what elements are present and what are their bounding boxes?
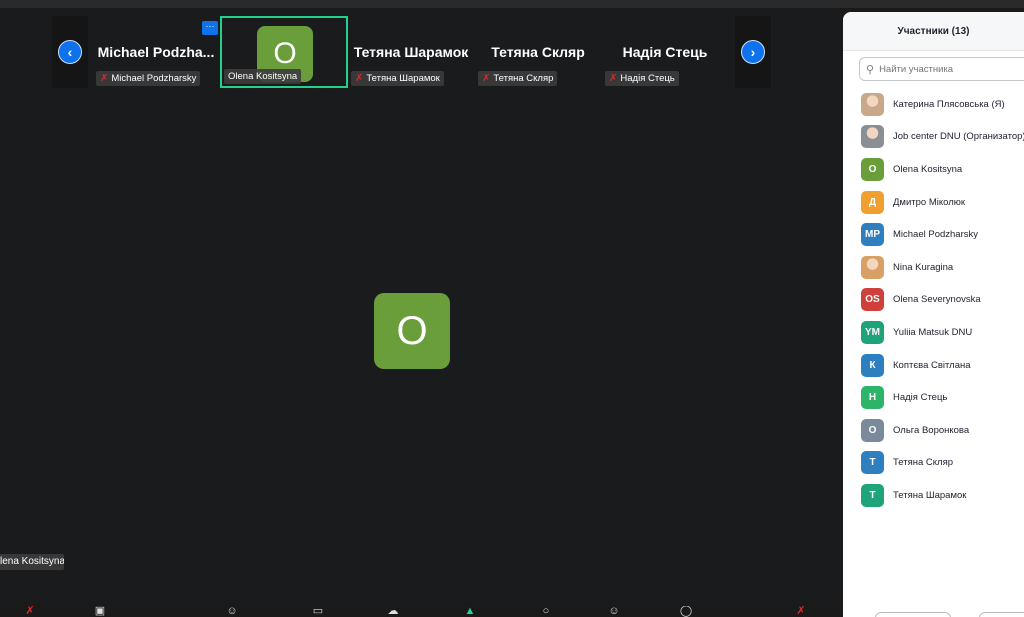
avatar: YM: [861, 320, 884, 344]
participant-row[interactable]: Д Дмитро Міколюк: [843, 186, 1024, 219]
video-off-icon[interactable]: ▣: [92, 606, 108, 617]
participant-name: Olena Severynovska: [893, 294, 981, 306]
participant-row[interactable]: O Olena Kositsyna: [843, 153, 1024, 186]
avatar: Т: [861, 451, 884, 475]
mute-all-button[interactable]: [979, 612, 1024, 617]
microphone-muted-icon: ✗: [355, 73, 364, 84]
gallery-prev-button[interactable]: ‹: [58, 40, 82, 64]
participant-name: Надія Стець: [893, 392, 948, 404]
tile-display-name: Michael Podzha...: [97, 44, 215, 60]
participant-name: Коптєва Світлана: [893, 359, 971, 371]
participant-row[interactable]: YM Yuliia Matsuk DNU: [843, 316, 1024, 349]
participant-name: Тетяна Шарамок: [893, 489, 967, 501]
tile-display-name: Тетяна Скляр: [491, 44, 585, 60]
tile-display-name: Надія Стець: [622, 44, 708, 60]
participant-name: Olena Kositsyna: [893, 163, 963, 175]
invite-button[interactable]: [875, 612, 951, 617]
participant-name: Nina Kuragina: [893, 261, 954, 273]
tile-name-label: Olena Kositsyna: [224, 69, 302, 84]
microphone-muted-icon[interactable]: ✗: [22, 606, 38, 617]
share-screen-icon[interactable]: ▲: [462, 606, 478, 617]
tile-name-label: ✗ Michael Podzharsky: [96, 71, 201, 86]
gallery-tile[interactable]: Michael Podzha... ✗ Michael Podzharsky: [92, 16, 220, 88]
search-icon: ⚲: [866, 63, 875, 76]
participant-name: Ольга Воронкова: [893, 424, 970, 436]
participant-list: Катерина Плясовська (Я) Job center DNU (О…: [843, 88, 1024, 512]
record-icon[interactable]: ○: [538, 606, 554, 617]
participant-row[interactable]: Н Надія Стець: [843, 381, 1024, 414]
tile-more-button[interactable]: ···: [202, 21, 218, 35]
tile-name-label: ✗ Надія Стець: [605, 71, 679, 86]
avatar: [861, 255, 884, 279]
leave-icon[interactable]: ✗: [793, 606, 809, 617]
participant-row[interactable]: Т Тетяна Скляр: [843, 447, 1024, 480]
participant-name: Дмитро Міколюк: [893, 196, 966, 208]
avatar: Т: [861, 483, 884, 507]
gallery-tile-active[interactable]: O Olena Kositsyna: [220, 16, 348, 88]
participants-panel-title: Участники (13): [843, 12, 1024, 51]
participant-row[interactable]: MP Michael Podzharsky: [843, 218, 1024, 251]
microphone-muted-icon: ✗: [100, 73, 109, 84]
avatar: [861, 92, 884, 116]
participant-row[interactable]: О Ольга Воронкова: [843, 414, 1024, 447]
reactions-icon[interactable]: ☺: [606, 606, 622, 617]
participant-row[interactable]: Nina Kuragina: [843, 251, 1024, 284]
microphone-muted-icon: ✗: [482, 73, 491, 84]
gallery-tile[interactable]: Надія Стець ✗ Надія Стець: [601, 16, 729, 88]
avatar: MP: [861, 223, 884, 247]
active-speaker-avatar: O: [374, 293, 450, 369]
participant-row[interactable]: OS Olena Severynovska: [843, 284, 1024, 317]
chevron-left-icon: ‹: [67, 44, 73, 60]
avatar: O: [861, 157, 884, 181]
active-speaker-label: lena Kositsyna: [0, 554, 64, 570]
gallery-tile[interactable]: Тетяна Скляр ✗ Тетяна Скляр: [474, 16, 602, 88]
tile-name-label: ✗ Тетяна Скляр: [478, 71, 558, 86]
participant-name: Тетяна Скляр: [893, 457, 953, 469]
avatar: Д: [861, 190, 884, 214]
avatar: К: [861, 353, 884, 377]
participants-panel: Участники (13) ⚲ Катерина Плясовська (Я)…: [843, 12, 1024, 617]
gallery-tile[interactable]: Тетяна Шарамок ✗ Тетяна Шарамок: [347, 16, 475, 88]
avatar: О: [861, 418, 884, 442]
meeting-toolbar: [0, 602, 840, 617]
security-icon[interactable]: ▭: [310, 606, 326, 617]
participant-name: Job center DNU (Организатор): [893, 131, 1024, 143]
participant-name: Michael Podzharsky: [893, 229, 979, 241]
participant-search[interactable]: ⚲: [859, 57, 1024, 81]
apps-icon[interactable]: ◯: [678, 606, 694, 617]
participant-row[interactable]: Т Тетяна Шарамок: [843, 479, 1024, 512]
participants-icon[interactable]: ☺: [224, 606, 240, 617]
window-top-bar: [0, 0, 1024, 8]
tile-name-label: ✗ Тетяна Шарамок: [351, 71, 444, 86]
participant-row[interactable]: Катерина Плясовська (Я): [843, 88, 1024, 121]
participant-row[interactable]: Job center DNU (Организатор): [843, 121, 1024, 154]
avatar: OS: [861, 288, 884, 312]
gallery-next-button[interactable]: ›: [741, 40, 765, 64]
participant-name: Катерина Плясовська (Я): [893, 98, 1005, 110]
microphone-muted-icon: ✗: [609, 73, 618, 84]
chat-icon[interactable]: ☁: [385, 606, 401, 617]
chevron-right-icon: ›: [750, 44, 756, 60]
participant-row[interactable]: К Коптєва Світлана: [843, 349, 1024, 382]
search-input[interactable]: [877, 62, 1022, 76]
participant-name: Yuliia Matsuk DNU: [893, 326, 973, 338]
avatar: [861, 125, 884, 149]
tile-display-name: Тетяна Шарамок: [353, 44, 469, 60]
avatar: Н: [861, 386, 884, 410]
